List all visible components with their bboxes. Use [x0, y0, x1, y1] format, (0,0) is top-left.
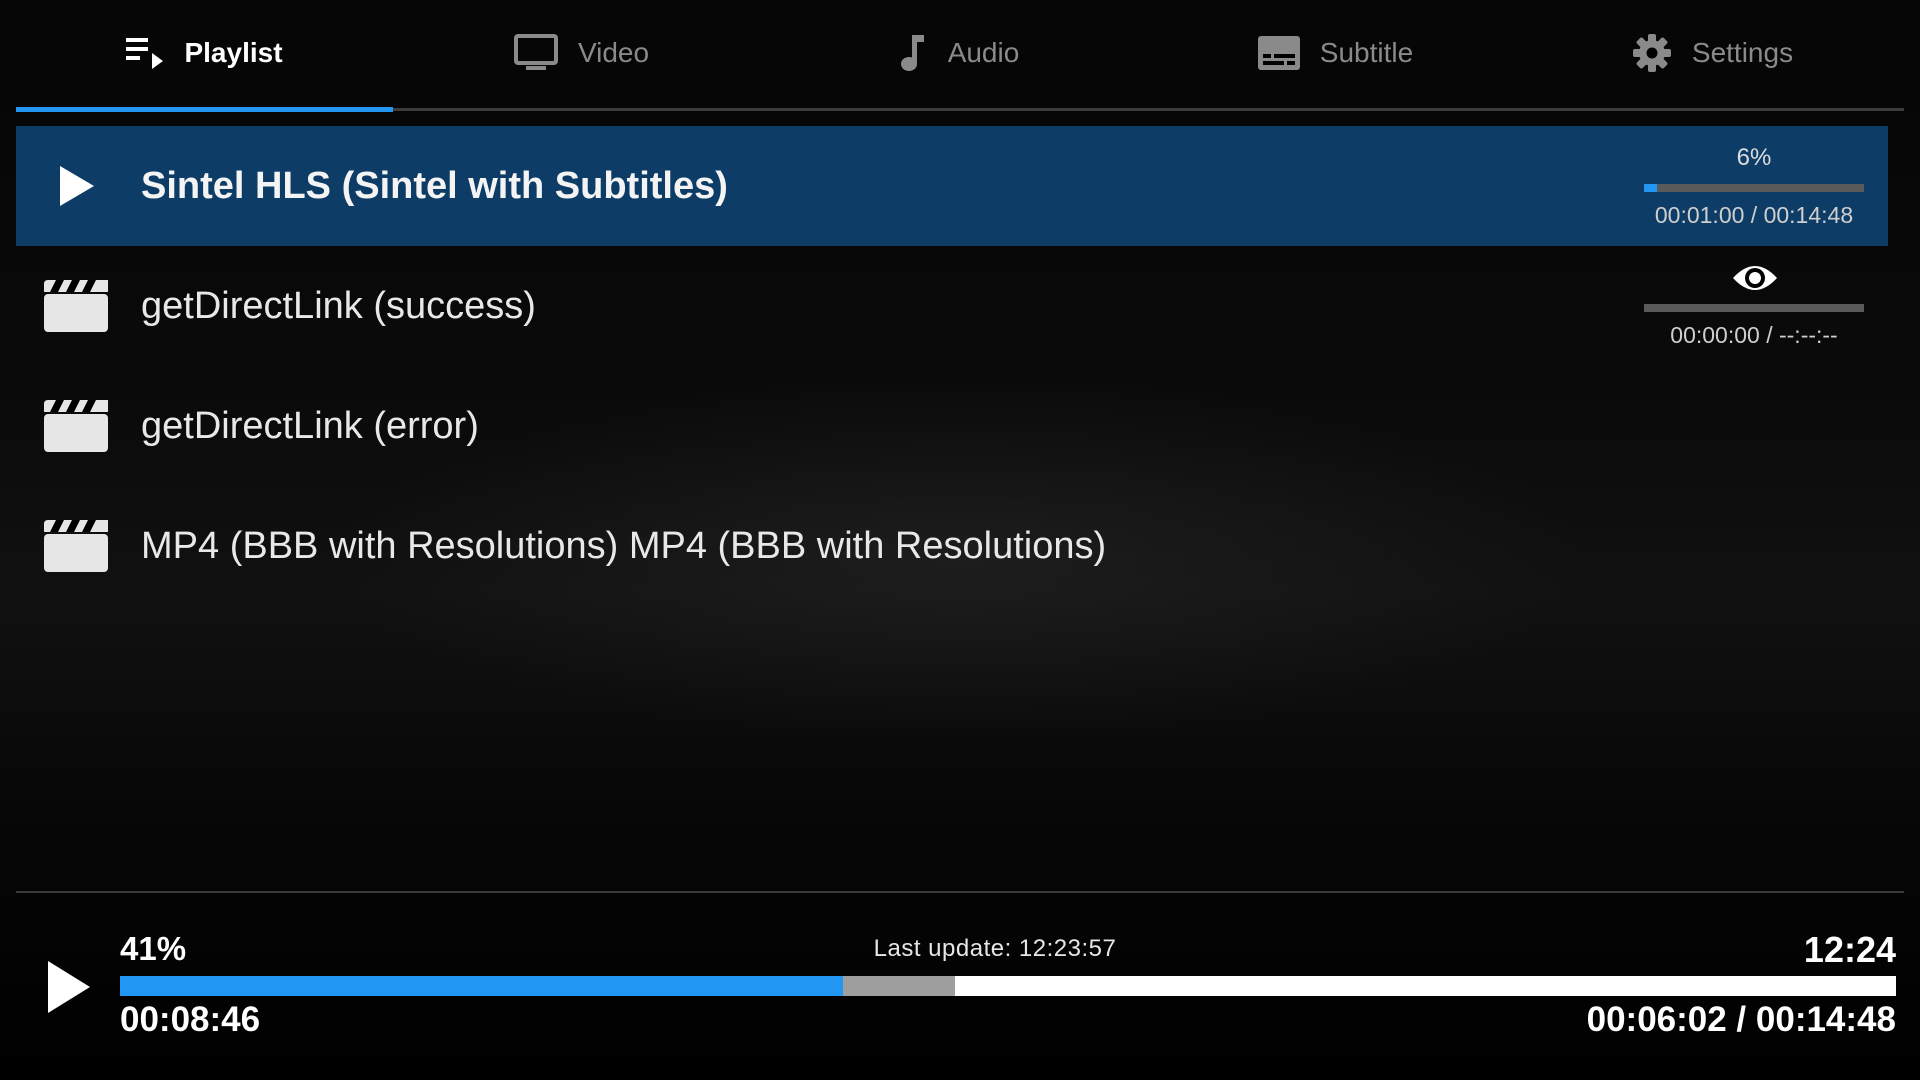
- progress-bar-fill: [1644, 184, 1658, 192]
- clock: 12:24: [1803, 929, 1896, 970]
- playlist-item-title: Sintel HLS (Sintel with Subtitles): [141, 165, 728, 207]
- playlist: Sintel HLS (Sintel with Subtitles) 6% 00…: [16, 126, 1888, 606]
- play-button[interactable]: [40, 955, 96, 1019]
- active-tab-indicator: [16, 107, 393, 112]
- playlist-item-getdirectlink-success[interactable]: getDirectLink (success) 00:00:00 / --:--…: [16, 246, 1888, 366]
- clapperboard-icon: [44, 514, 108, 578]
- progress-percent: 6%: [1736, 144, 1772, 171]
- progress-bar: [1644, 184, 1864, 192]
- playlist-item-sintel-hls[interactable]: Sintel HLS (Sintel with Subtitles) 6% 00…: [16, 126, 1888, 246]
- tab-video[interactable]: Video: [393, 0, 770, 106]
- subtitles-icon: [1257, 36, 1300, 70]
- gear-icon: [1632, 34, 1671, 72]
- last-update-text: Last update: 12:23:57: [873, 935, 1117, 962]
- position-duration: 00:06:02 / 00:14:48: [1586, 1000, 1896, 1039]
- tab-label: Settings: [1691, 37, 1794, 68]
- eye-icon: [1733, 266, 1777, 290]
- playlist-item-progress: 00:00:00 / --:--:--: [1644, 246, 1864, 366]
- tv-icon: [513, 34, 558, 70]
- tab-label: Playlist: [184, 37, 283, 68]
- tab-bar: Playlist Video Audio Subtitle Settings: [16, 0, 1904, 112]
- playlist-item-title: getDirectLink (success): [141, 285, 536, 327]
- tab-settings[interactable]: Settings: [1524, 0, 1901, 106]
- progress-bar: [1644, 304, 1864, 312]
- controls-divider: [16, 891, 1904, 893]
- tab-label: Audio: [947, 37, 1020, 68]
- seek-bar-played: [120, 976, 843, 996]
- playlist-item-getdirectlink-error[interactable]: getDirectLink (error): [16, 366, 1888, 486]
- tab-label: Subtitle: [1319, 37, 1414, 68]
- playlist-item-title: MP4 (BBB with Resolutions) MP4 (BBB with…: [141, 525, 1107, 567]
- playlist-item-mp4-bbb[interactable]: MP4 (BBB with Resolutions) MP4 (BBB with…: [16, 486, 1888, 606]
- tab-label: Video: [577, 37, 650, 68]
- progress-time: 00:01:00 / 00:14:48: [1654, 202, 1854, 228]
- playback-percent: 41%: [120, 930, 187, 967]
- tab-playlist[interactable]: Playlist: [16, 0, 393, 106]
- progress-time: 00:00:00 / --:--:--: [1670, 322, 1838, 348]
- playlist-icon: [126, 38, 164, 69]
- clapperboard-icon: [44, 394, 108, 458]
- playlist-item-progress: 6% 00:01:00 / 00:14:48: [1644, 126, 1864, 246]
- clapperboard-icon: [44, 274, 108, 338]
- elapsed-time: 00:08:46: [120, 1000, 261, 1039]
- player-screen: Playlist Video Audio Subtitle Settings S…: [0, 0, 1920, 1080]
- seek-bar[interactable]: [120, 976, 1896, 996]
- music-note-icon: [900, 35, 924, 71]
- tab-audio[interactable]: Audio: [770, 0, 1147, 106]
- play-icon: [44, 154, 108, 218]
- playlist-item-title: getDirectLink (error): [141, 405, 479, 447]
- tab-subtitle[interactable]: Subtitle: [1147, 0, 1524, 106]
